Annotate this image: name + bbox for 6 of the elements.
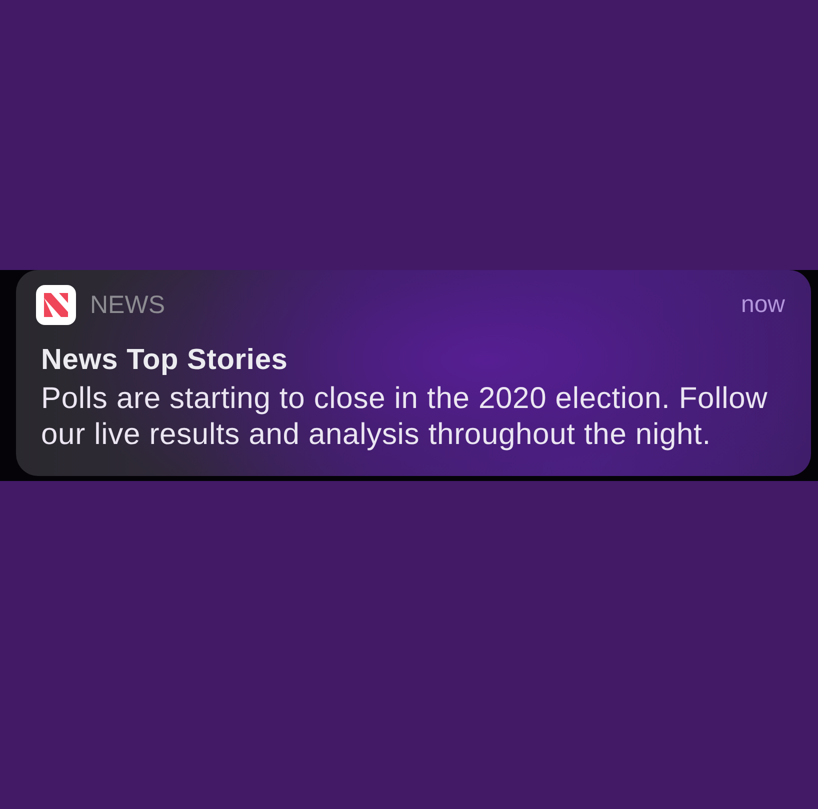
app-logo-icon (36, 285, 76, 325)
timestamp: now (740, 291, 785, 319)
notification-body: Polls are starting to close in the 2020 election. Follow our live results and analysis throughout the night. (41, 381, 769, 453)
notification-card[interactable]: NEWS now News Top Stories Polls are starting to close in the 2020 election. Follow our live results and analysis throughout the night. (16, 270, 811, 476)
notification-title: News Top Stories (41, 343, 289, 377)
app-name: NEWS (90, 291, 165, 319)
